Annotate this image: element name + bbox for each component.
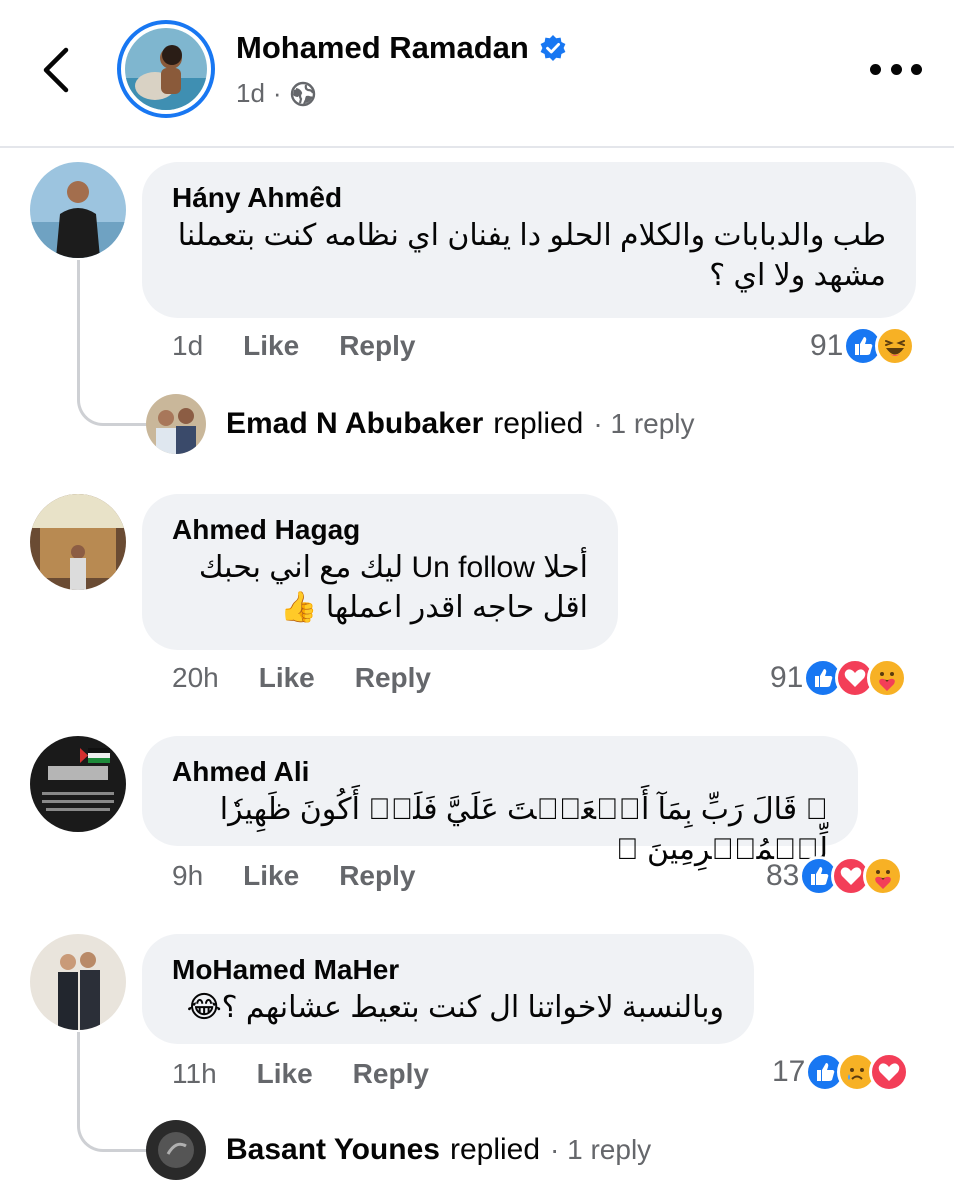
comment-author[interactable]: Ahmed Hagag: [172, 512, 588, 548]
comment-time[interactable]: 9h: [172, 860, 203, 892]
comment-text-line: وبالنسبة لاخواتنا ال كنت بتعيط عشانهم ؟😂: [186, 991, 724, 1024]
comment-actions: 9h Like Reply: [172, 860, 415, 892]
page-name-text[interactable]: Mohamed Ramadan: [236, 30, 529, 66]
chevron-left-icon: [43, 47, 69, 93]
verified-badge-icon: [540, 35, 566, 61]
comment-bubble[interactable]: Ahmed Ali ﴿ قَالَ رَبِّ بِمَآ أَنۡعَمۡتَ…: [142, 736, 858, 866]
avatar[interactable]: [30, 494, 126, 590]
reply-verb: replied: [449, 1133, 541, 1166]
view-replies-link[interactable]: Basant Younes replied · 1 reply: [146, 1120, 651, 1180]
comment-bubble[interactable]: Ahmed Hagag أحلا Un follow ليك مع اني بح…: [142, 494, 618, 650]
meta-separator: ·: [272, 78, 282, 108]
comment-actions: 1d Like Reply: [172, 330, 415, 362]
comment-author[interactable]: MoHamed MaHer: [172, 952, 724, 988]
page-name[interactable]: Mohamed Ramadan: [236, 30, 567, 66]
comment-time[interactable]: 1d: [172, 330, 203, 362]
more-horizontal-icon: [870, 63, 881, 75]
globe-icon[interactable]: [290, 81, 316, 107]
reaction-summary[interactable]: 83: [766, 856, 904, 896]
post-header: Mohamed Ramadan 1d ·: [0, 0, 954, 148]
post-time[interactable]: 1d: [236, 78, 265, 109]
avatar[interactable]: [30, 736, 126, 832]
like-button[interactable]: Like: [257, 1058, 313, 1090]
reply-author[interactable]: Emad N Abubaker: [226, 407, 483, 441]
comment-text-line: مشهد ولا اي ؟: [709, 259, 886, 292]
back-button[interactable]: [36, 44, 80, 96]
post-meta: 1d ·: [236, 78, 316, 109]
avatar-photo: [30, 494, 126, 590]
like-button[interactable]: Like: [259, 662, 315, 694]
reaction-summary[interactable]: 91: [810, 326, 916, 366]
reply-button[interactable]: Reply: [353, 1058, 429, 1090]
care-reaction-icon: [867, 658, 908, 698]
view-replies-link[interactable]: Emad N Abubaker replied · 1 reply: [146, 394, 695, 454]
thread-connector: [77, 1032, 147, 1152]
reaction-count: 91: [770, 661, 804, 694]
love-reaction-icon: [869, 1052, 910, 1092]
like-button[interactable]: Like: [243, 860, 299, 892]
care-reaction-icon: [863, 856, 904, 896]
reaction-count: 17: [772, 1055, 806, 1088]
comment-bubble[interactable]: Hány Ahmêd طب والدبابات والكلام الحلو دا…: [142, 162, 916, 318]
avatar-photo: [30, 736, 126, 832]
more-options-button[interactable]: [870, 54, 922, 84]
comment-author[interactable]: Hány Ahmêd: [172, 180, 886, 216]
comment-text-line: طب والدبابات والكلام الحلو دا يفنان اي ن…: [177, 219, 886, 252]
avatar-photo: [30, 162, 126, 258]
reply-author[interactable]: Basant Younes: [226, 1133, 440, 1167]
thread-connector: [77, 260, 147, 426]
reaction-summary[interactable]: 91: [770, 658, 908, 698]
reaction-count: 83: [766, 859, 800, 892]
reply-button[interactable]: Reply: [355, 662, 431, 694]
avatar[interactable]: [30, 162, 126, 258]
reply-count[interactable]: · 1 reply: [593, 408, 694, 440]
reaction-summary[interactable]: 17: [772, 1052, 910, 1092]
avatar: [146, 1120, 206, 1180]
reply-count[interactable]: · 1 reply: [550, 1134, 651, 1166]
avatar: [146, 394, 206, 454]
page-avatar[interactable]: [117, 20, 215, 118]
comment-text-line: أحلا Un follow ليك مع اني بحبك: [198, 551, 588, 584]
comment-text-line: ﴿ قَالَ رَبِّ بِمَآ أَنۡعَمۡتَ عَلَيَّ ف…: [219, 793, 828, 866]
reply-button[interactable]: Reply: [339, 330, 415, 362]
comment-actions: 20h Like Reply: [172, 662, 431, 694]
comment-time[interactable]: 11h: [172, 1058, 217, 1090]
reaction-count: 91: [810, 329, 844, 362]
reply-button[interactable]: Reply: [339, 860, 415, 892]
avatar[interactable]: [30, 934, 126, 1030]
comment-text-line: اقل حاجه اقدر اعملها 👍: [280, 591, 588, 624]
page-avatar-photo: [125, 28, 207, 110]
reply-verb: replied: [493, 407, 584, 440]
avatar-photo: [30, 934, 126, 1030]
comment-author[interactable]: Ahmed Ali: [172, 754, 828, 790]
like-button[interactable]: Like: [243, 330, 299, 362]
comment-time[interactable]: 20h: [172, 662, 219, 694]
comment-actions: 11h Like Reply: [172, 1058, 429, 1090]
comment-bubble[interactable]: MoHamed MaHer وبالنسبة لاخواتنا ال كنت ب…: [142, 934, 754, 1044]
haha-reaction-icon: [875, 326, 916, 366]
